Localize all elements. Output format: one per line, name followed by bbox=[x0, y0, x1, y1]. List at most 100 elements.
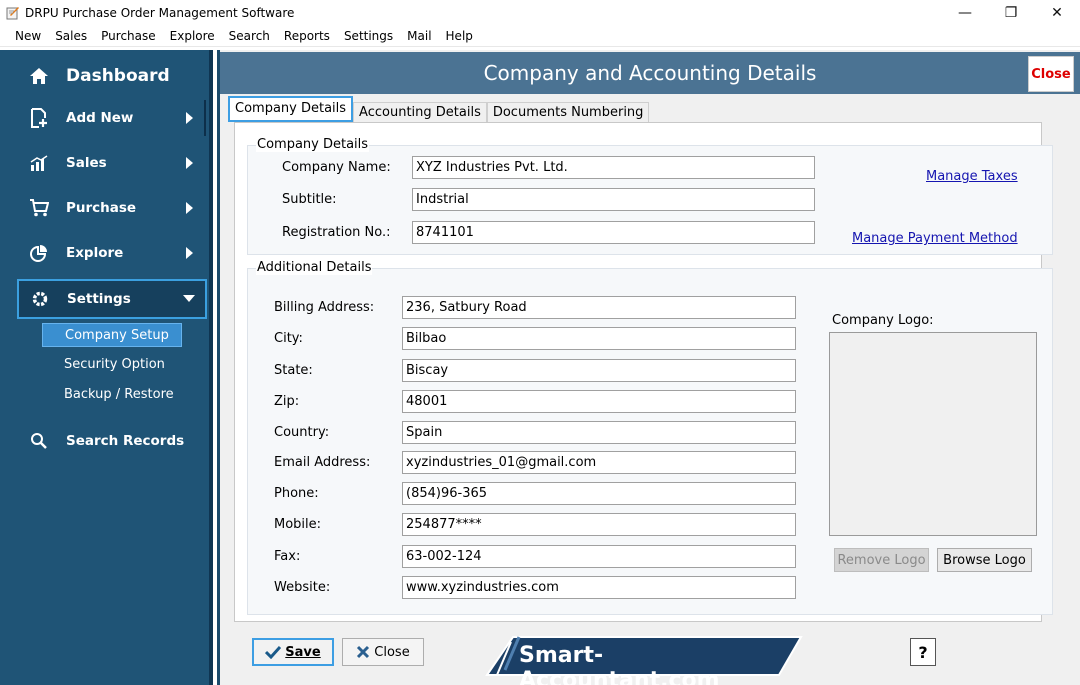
sidebar: Dashboard Add New Sales Purchase Explore bbox=[0, 50, 213, 685]
phone-input[interactable] bbox=[402, 482, 796, 505]
menu-purchase[interactable]: Purchase bbox=[94, 25, 163, 47]
billing-address-input[interactable] bbox=[402, 296, 796, 319]
sidebar-item-label: Search Records bbox=[66, 433, 185, 449]
sidebar-subitem-backup-restore[interactable]: Backup / Restore bbox=[42, 383, 182, 407]
menu-new[interactable]: New bbox=[8, 25, 48, 47]
chevron-right-icon bbox=[186, 112, 193, 124]
sidebar-subitem-company-setup[interactable]: Company Setup bbox=[42, 323, 182, 347]
website-label: Website: bbox=[274, 580, 331, 595]
remove-logo-button[interactable]: Remove Logo bbox=[834, 548, 929, 572]
footer-bar: Save Close Smart-Accountant.com ? bbox=[220, 630, 1080, 685]
fax-input[interactable] bbox=[402, 545, 796, 568]
chevron-right-icon bbox=[186, 247, 193, 259]
state-input[interactable] bbox=[402, 359, 796, 382]
chevron-right-icon bbox=[186, 202, 193, 214]
company-name-input[interactable] bbox=[412, 156, 815, 179]
country-input[interactable] bbox=[402, 421, 796, 444]
company-logo-label: Company Logo: bbox=[832, 313, 934, 328]
menu-settings[interactable]: Settings bbox=[337, 25, 400, 47]
company-details-group: Company Details Company Name: Subtitle: … bbox=[247, 137, 1053, 255]
save-label: Save bbox=[285, 644, 321, 660]
menu-search[interactable]: Search bbox=[222, 25, 277, 47]
sidebar-item-sales[interactable]: Sales bbox=[0, 146, 205, 180]
brand-banner: Smart-Accountant.com bbox=[483, 634, 803, 685]
sidebar-item-label: Add New bbox=[66, 110, 134, 126]
manage-taxes-link[interactable]: Manage Taxes bbox=[926, 169, 1018, 184]
menu-explore[interactable]: Explore bbox=[163, 25, 222, 47]
phone-label: Phone: bbox=[274, 486, 319, 501]
sidebar-item-add-new[interactable]: Add New bbox=[0, 101, 205, 135]
zip-label: Zip: bbox=[274, 394, 300, 409]
search-icon bbox=[28, 430, 50, 452]
title-bar: DRPU Purchase Order Management Software … bbox=[0, 0, 1080, 25]
state-label: State: bbox=[274, 363, 313, 378]
sidebar-item-dashboard[interactable]: Dashboard bbox=[0, 60, 209, 92]
website-input[interactable] bbox=[402, 576, 796, 599]
gear-icon bbox=[29, 288, 51, 310]
bar-chart-icon bbox=[28, 152, 50, 174]
chevron-down-icon bbox=[183, 295, 195, 302]
tab-company-details[interactable]: Company Details bbox=[228, 96, 354, 122]
additional-details-group: Additional Details Billing Address: City… bbox=[247, 260, 1053, 615]
shopping-cart-icon bbox=[28, 197, 50, 219]
country-label: Country: bbox=[274, 425, 330, 440]
zip-input[interactable] bbox=[402, 390, 796, 413]
chevron-right-icon bbox=[186, 157, 193, 169]
sidebar-item-label: Purchase bbox=[66, 200, 137, 216]
main-panel: Company and Accounting Details Close Com… bbox=[217, 50, 1080, 685]
window-close-button[interactable]: ✕ bbox=[1034, 0, 1080, 25]
maximize-button[interactable]: ❐ bbox=[988, 0, 1034, 25]
subtitle-input[interactable] bbox=[412, 188, 815, 211]
manage-payment-method-link[interactable]: Manage Payment Method bbox=[852, 231, 1018, 246]
tab-strip: Company Details Accounting Details Docum… bbox=[228, 96, 650, 122]
menu-help[interactable]: Help bbox=[439, 25, 480, 47]
mobile-label: Mobile: bbox=[274, 517, 322, 532]
sidebar-subitem-security-option[interactable]: Security Option bbox=[42, 353, 182, 377]
pie-chart-icon bbox=[28, 242, 50, 264]
window-title: DRPU Purchase Order Management Software bbox=[25, 5, 295, 20]
add-document-icon bbox=[28, 107, 50, 129]
panel-header: Company and Accounting Details Close bbox=[220, 52, 1080, 94]
sidebar-item-purchase[interactable]: Purchase bbox=[0, 191, 205, 225]
sidebar-item-label: Sales bbox=[66, 155, 107, 171]
company-logo-preview bbox=[829, 332, 1037, 536]
group-label: Company Details bbox=[256, 137, 370, 152]
email-address-input[interactable] bbox=[402, 451, 796, 474]
close-x-icon bbox=[356, 645, 370, 659]
billing-address-label: Billing Address: bbox=[274, 300, 375, 315]
browse-logo-button[interactable]: Browse Logo bbox=[937, 548, 1032, 572]
checkmark-icon bbox=[265, 645, 282, 659]
menu-reports[interactable]: Reports bbox=[277, 25, 337, 47]
subtitle-label: Subtitle: bbox=[282, 192, 337, 207]
tab-content: Company Details Company Name: Subtitle: … bbox=[234, 122, 1053, 622]
save-button[interactable]: Save bbox=[252, 638, 334, 666]
fax-label: Fax: bbox=[274, 549, 301, 564]
close-label: Close bbox=[374, 644, 410, 660]
brand-text: Smart-Accountant.com bbox=[519, 643, 720, 685]
app-icon bbox=[6, 6, 20, 20]
tab-accounting-details[interactable]: Accounting Details bbox=[353, 102, 487, 122]
registration-label: Registration No.: bbox=[282, 225, 391, 240]
page-title: Company and Accounting Details bbox=[483, 61, 817, 85]
mobile-input[interactable] bbox=[402, 513, 796, 536]
group-label: Additional Details bbox=[256, 260, 373, 275]
company-name-label: Company Name: bbox=[282, 160, 391, 175]
home-icon bbox=[28, 65, 50, 87]
menu-bar: New Sales Purchase Explore Search Report… bbox=[0, 25, 1080, 47]
help-button[interactable]: ? bbox=[910, 638, 936, 666]
sidebar-item-settings[interactable]: Settings bbox=[17, 279, 207, 319]
sidebar-item-explore[interactable]: Explore bbox=[0, 236, 205, 270]
minimize-button[interactable]: — bbox=[942, 0, 988, 25]
registration-input[interactable] bbox=[412, 221, 815, 244]
sidebar-item-label: Dashboard bbox=[66, 66, 170, 86]
menu-mail[interactable]: Mail bbox=[400, 25, 438, 47]
sidebar-item-search-records[interactable]: Search Records bbox=[0, 424, 205, 458]
city-input[interactable] bbox=[402, 327, 796, 350]
email-address-label: Email Address: bbox=[274, 455, 371, 470]
sidebar-divider bbox=[204, 100, 206, 136]
footer-close-button[interactable]: Close bbox=[342, 638, 424, 666]
menu-sales[interactable]: Sales bbox=[48, 25, 94, 47]
header-close-button[interactable]: Close bbox=[1028, 56, 1074, 92]
city-label: City: bbox=[274, 331, 303, 346]
tab-documents-numbering[interactable]: Documents Numbering bbox=[486, 102, 650, 122]
